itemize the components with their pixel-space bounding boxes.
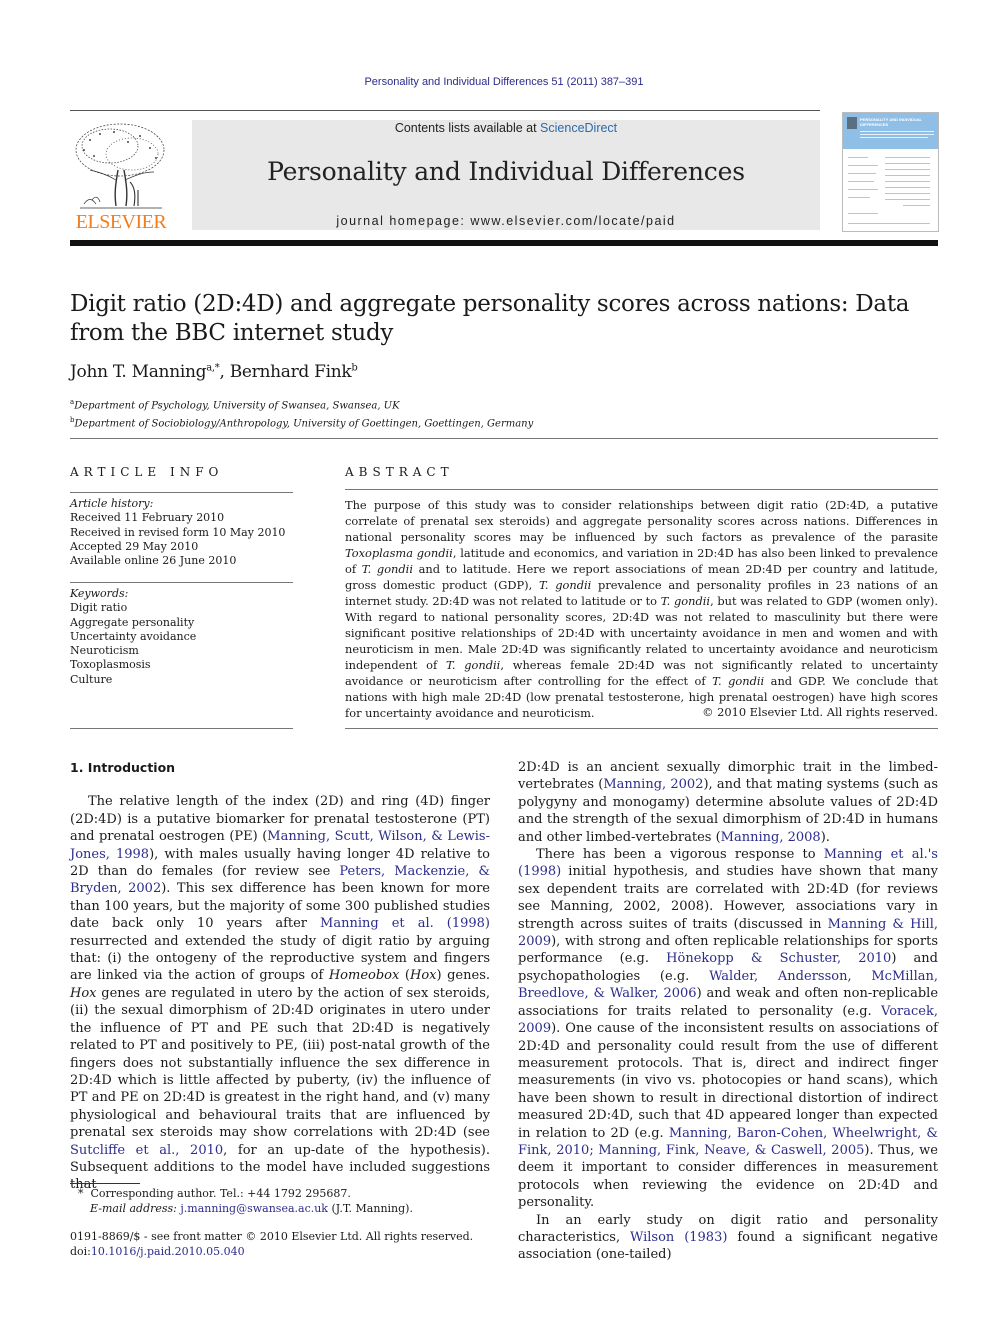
citation-link[interactable]: Manning, 2002 xyxy=(603,777,703,792)
divider xyxy=(345,728,938,729)
keyword: Neuroticism xyxy=(70,644,139,658)
text-run: There has been a vigorous response to xyxy=(536,847,824,863)
keyword: Uncertainty avoidance xyxy=(70,629,197,643)
body-column-left: 1. Introduction The relative length of t… xyxy=(70,759,490,1194)
contents-line: Contents lists available at ScienceDirec… xyxy=(192,121,820,135)
italic-term: T. gondii xyxy=(445,658,501,672)
keyword: Culture xyxy=(70,672,113,686)
article-title: Digit ratio (2D:4D) and aggregate person… xyxy=(70,291,910,346)
affiliation: aDepartment of Psychology, University of… xyxy=(70,398,400,412)
masthead-thick-rule xyxy=(70,240,938,246)
article-info-heading: ARTICLE INFO xyxy=(70,465,224,479)
text-run: ) genes. xyxy=(436,968,490,984)
history-item: Accepted 29 May 2010 xyxy=(70,539,199,553)
divider xyxy=(345,489,938,490)
text-run: ). One cause of the inconsistent results… xyxy=(518,1021,938,1141)
divider xyxy=(70,438,938,439)
history-item: Received in revised form 10 May 2010 xyxy=(70,525,286,539)
elsevier-logo[interactable]: ELSEVIER xyxy=(70,120,172,232)
text-run: genes are regulated in utero by the acti… xyxy=(70,985,490,1141)
footnote-mark: * xyxy=(78,1187,84,1200)
elsevier-wordmark: ELSEVIER xyxy=(75,211,167,233)
citation-link[interactable]: Sutcliffe et al., 2010 xyxy=(70,1143,223,1158)
footnote: * Corresponding author. Tel.: +44 1792 2… xyxy=(78,1187,413,1216)
journal-homepage[interactable]: journal homepage: www.elsevier.com/locat… xyxy=(192,214,820,228)
author-affiliation-mark[interactable]: a,* xyxy=(206,362,220,373)
history-item: Available online 26 June 2010 xyxy=(70,554,237,568)
email-link[interactable]: j.manning@swansea.ac.uk xyxy=(180,1202,328,1215)
paragraph: The relative length of the index (2D) an… xyxy=(70,793,490,1193)
body-column-right: 2D:4D is an ancient sexually dimorphic t… xyxy=(518,759,938,1264)
affiliation: bDepartment of Sociobiology/Anthropology… xyxy=(70,416,534,430)
email-label: E-mail address: xyxy=(90,1201,177,1215)
history-label: Article history: xyxy=(70,497,154,510)
cover-logo-icon xyxy=(847,117,857,129)
italic-term: Hox xyxy=(409,968,437,984)
history-item: Received 11 February 2010 xyxy=(70,511,225,525)
citation-link[interactable]: Manning, 2008 xyxy=(721,830,821,845)
author-affiliation-mark[interactable]: b xyxy=(351,362,357,373)
text-run: ( xyxy=(399,968,410,984)
keywords: Keywords: Digit ratio Aggregate personal… xyxy=(70,587,196,687)
italic-term: T. gondii xyxy=(361,562,413,576)
paragraph: In an early study on digit ratio and per… xyxy=(518,1212,938,1264)
italic-term: Toxoplasma gondii xyxy=(345,546,453,560)
citation-link[interactable]: Hönekopp & Schuster, 2010 xyxy=(666,951,891,966)
journal-cover-thumbnail[interactable]: PERSONALITY AND INDIVIDUAL DIFFERENCES xyxy=(842,112,939,232)
cover-title: PERSONALITY AND INDIVIDUAL DIFFERENCES xyxy=(860,117,922,127)
author-list: John T. Manninga,*, Bernhard Finkb xyxy=(70,362,358,382)
author-name[interactable]: Bernhard Fink xyxy=(230,362,352,382)
cover-banner: PERSONALITY AND INDIVIDUAL DIFFERENCES xyxy=(843,113,938,149)
paragraph: 2D:4D is an ancient sexually dimorphic t… xyxy=(518,759,938,846)
footnote-rule xyxy=(70,1183,140,1184)
italic-term: T. gondii xyxy=(538,578,592,592)
paragraph: There has been a vigorous response to Ma… xyxy=(518,846,938,1212)
text-run: The purpose of this study was to conside… xyxy=(345,498,938,544)
contents-prefix: Contents lists available at xyxy=(394,121,541,135)
divider xyxy=(70,728,293,729)
email-suffix: (J.T. Manning). xyxy=(327,1201,413,1215)
affiliations: aDepartment of Psychology, University of… xyxy=(70,395,533,432)
footnote-text: Corresponding author. Tel.: +44 1792 295… xyxy=(90,1187,351,1200)
keyword: Aggregate personality xyxy=(70,615,195,629)
keyword: Toxoplasmosis xyxy=(70,658,151,672)
doi-label: doi: xyxy=(70,1244,91,1258)
citation-link[interactable]: Manning et al. (1998) xyxy=(320,916,490,931)
divider xyxy=(70,582,293,583)
citation-link[interactable]: Wilson (1983) xyxy=(630,1230,727,1245)
italic-term: T. gondii xyxy=(660,594,711,608)
italic-term: Hox xyxy=(70,985,97,1001)
running-header[interactable]: Personality and Individual Differences 5… xyxy=(0,76,992,88)
italic-term: Homeobox xyxy=(328,968,400,984)
author-name[interactable]: John T. Manning xyxy=(70,362,207,382)
abstract-text: The purpose of this study was to conside… xyxy=(345,497,938,721)
divider xyxy=(70,492,293,493)
section-heading: 1. Introduction xyxy=(70,760,176,775)
issn-line: 0191-8869/$ - see front matter © 2010 El… xyxy=(70,1230,474,1243)
issn-block: 0191-8869/$ - see front matter © 2010 El… xyxy=(70,1230,473,1259)
abstract-copyright: © 2010 Elsevier Ltd. All rights reserved… xyxy=(702,705,938,719)
doi-link[interactable]: 10.1016/j.paid.2010.05.040 xyxy=(91,1245,245,1258)
journal-name: Personality and Individual Differences xyxy=(267,157,745,186)
keyword: Digit ratio xyxy=(70,601,128,615)
italic-term: T. gondii xyxy=(712,674,765,688)
sciencedirect-link[interactable]: ScienceDirect xyxy=(540,121,617,135)
keywords-label: Keywords: xyxy=(70,587,129,600)
article-history: Article history: Received 11 February 20… xyxy=(70,497,285,568)
abstract-heading: ABSTRACT xyxy=(345,465,454,479)
masthead-top-rule xyxy=(70,110,820,111)
text-run: ). xyxy=(820,829,830,845)
